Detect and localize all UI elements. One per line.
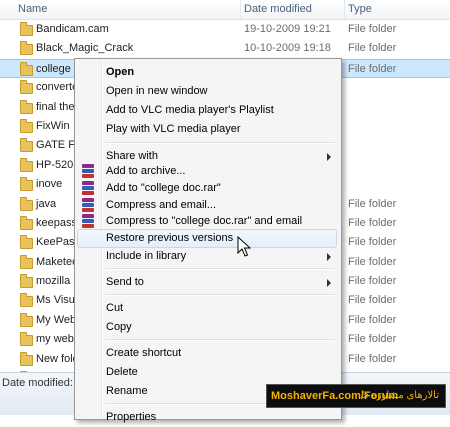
folder-icon <box>20 332 33 347</box>
folder-icon <box>20 80 33 95</box>
chevron-right-icon <box>327 153 331 161</box>
file-type: File folder <box>348 333 397 346</box>
file-name: inove <box>36 178 63 191</box>
file-type: File folder <box>348 42 397 55</box>
file-name: FixWin <box>36 119 70 132</box>
file-type: File folder <box>348 255 397 268</box>
column-date-header[interactable]: Date modified <box>244 3 312 15</box>
menu-item-label: Send to <box>106 276 144 288</box>
menu-item-label: Include in library <box>106 250 187 262</box>
menu-item-label: Play with VLC media player <box>106 123 241 135</box>
menu-item-include-library[interactable]: Include in library <box>77 247 337 266</box>
folder-icon <box>20 312 33 327</box>
file-name: converte <box>36 81 79 94</box>
folder-icon <box>20 274 33 289</box>
menu-item-label: Create shortcut <box>106 347 182 359</box>
chevron-right-icon <box>327 279 331 287</box>
menu-item-copy[interactable]: Copy <box>77 318 337 337</box>
file-row[interactable]: Bandicam.cam 19-10-2009 19:21 File folder <box>0 20 450 39</box>
folder-icon <box>20 215 33 230</box>
folder-icon <box>20 293 33 308</box>
folder-icon <box>20 138 33 153</box>
menu-item-label: Add to archive... <box>106 165 186 177</box>
menu-item-restore-previous-versions[interactable]: Restore previous versions <box>77 229 337 248</box>
menu-item-label: Open <box>106 66 135 78</box>
folder-icon <box>20 196 33 211</box>
watermark-banner: MoshaverFa.com/Forum تالارهای مشاوره فا <box>266 384 446 408</box>
file-name: New fold <box>36 352 79 365</box>
column-separator[interactable] <box>344 0 345 19</box>
folder-icon <box>20 61 33 76</box>
file-date: 10-10-2009 19:18 <box>244 42 331 55</box>
folder-icon <box>20 99 33 114</box>
menu-item-label: Properties <box>106 411 157 423</box>
winrar-icon <box>82 181 94 195</box>
menu-item-label: Rename <box>106 385 148 397</box>
menu-item-label: Add to VLC media player's Playlist <box>106 104 274 116</box>
file-row[interactable]: Black_Magic_Crack 10-10-2009 19:18 File fo… <box>0 39 450 58</box>
file-name: Black_Magic_Crack <box>36 42 134 55</box>
folder-icon <box>20 157 33 172</box>
file-name: keepass <box>36 216 77 229</box>
menu-item-label: Delete <box>106 366 138 378</box>
file-name: java <box>36 197 57 210</box>
file-name: Maketec <box>36 255 78 268</box>
chevron-right-icon <box>327 253 331 261</box>
menu-separator <box>105 142 335 144</box>
file-name: final the <box>36 100 75 113</box>
file-type: File folder <box>348 294 397 307</box>
folder-icon <box>20 41 33 56</box>
menu-item-cut[interactable]: Cut <box>77 299 337 318</box>
menu-item-label: Compress to "college doc.rar" and email <box>106 215 303 227</box>
column-type-header[interactable]: Type <box>348 3 372 15</box>
watermark-persian: تالارهای مشاوره فا <box>360 390 439 401</box>
menu-item-create-shortcut[interactable]: Create shortcut <box>77 344 337 363</box>
file-type: File folder <box>348 216 397 229</box>
menu-item-play-vlc[interactable]: Play with VLC media player <box>77 120 337 139</box>
file-type: File folder <box>348 313 397 326</box>
menu-item-send-to[interactable]: Send to <box>77 273 337 292</box>
winrar-icon <box>82 214 94 228</box>
folder-icon <box>20 235 33 250</box>
menu-separator <box>105 268 335 270</box>
column-header: Name Date modified Type <box>0 0 450 20</box>
mouse-pointer-icon <box>237 236 251 257</box>
menu-item-label: Restore previous versions <box>106 232 234 244</box>
folder-icon <box>20 22 33 36</box>
menu-item-label: Compress and email... <box>106 199 217 211</box>
folder-icon <box>20 118 33 133</box>
folder-icon <box>20 351 33 366</box>
menu-item-open-new-window[interactable]: Open in new window <box>77 82 337 101</box>
menu-separator <box>105 339 335 341</box>
winrar-icon <box>82 164 94 178</box>
folder-icon <box>20 177 33 192</box>
file-type: File folder <box>348 236 397 249</box>
menu-item-properties[interactable]: Properties <box>77 408 337 427</box>
menu-item-label: Cut <box>106 302 124 314</box>
file-type: File folder <box>348 197 397 210</box>
folder-icon <box>20 254 33 269</box>
menu-separator <box>105 294 335 296</box>
column-separator[interactable] <box>240 0 241 19</box>
menu-item-label: Copy <box>106 321 132 333</box>
context-menu: Open Open in new window Add to VLC media… <box>74 58 342 423</box>
file-type: File folder <box>348 23 397 35</box>
file-type: File folder <box>348 275 397 288</box>
menu-item-add-vlc-playlist[interactable]: Add to VLC media player's Playlist <box>77 101 337 120</box>
menu-item-label: Add to "college doc.rar" <box>106 182 221 194</box>
file-name: mozilla b <box>36 275 80 288</box>
menu-item-delete[interactable]: Delete <box>77 363 337 382</box>
menu-item-label: Share with <box>106 150 158 162</box>
file-type: File folder <box>348 62 397 75</box>
menu-item-open[interactable]: Open <box>77 63 337 82</box>
menu-item-label: Open in new window <box>106 85 208 97</box>
file-type: File folder <box>348 352 397 365</box>
column-name-header[interactable]: Name <box>18 3 47 15</box>
file-name: Bandicam.cam <box>36 23 109 35</box>
file-date: 19-10-2009 19:21 <box>244 23 331 35</box>
winrar-icon <box>82 198 94 212</box>
